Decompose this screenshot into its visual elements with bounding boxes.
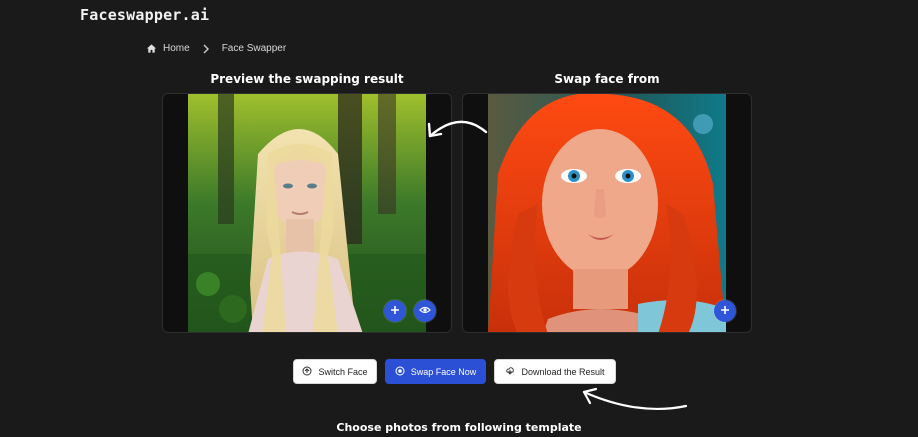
plus-icon	[390, 302, 400, 320]
swap-face-now-button[interactable]: Swap Face Now	[385, 359, 486, 384]
source-panel	[462, 93, 752, 333]
preview-panel	[162, 93, 452, 333]
eye-icon	[419, 302, 431, 320]
app-logo[interactable]: Faceswapper.ai	[80, 6, 209, 24]
view-preview-button[interactable]	[414, 300, 436, 322]
switch-icon	[302, 366, 312, 378]
swap-icon	[395, 366, 405, 378]
swap-face-now-label: Swap Face Now	[410, 366, 477, 377]
breadcrumb: Home Face Swapper	[146, 43, 286, 54]
preview-title: Preview the swapping result	[210, 72, 404, 86]
home-icon[interactable]	[146, 43, 157, 54]
preview-photo	[188, 94, 426, 332]
curved-arrow-icon	[578, 384, 690, 421]
download-icon	[505, 366, 515, 378]
source-title: Swap face from	[554, 72, 660, 86]
breadcrumb-current: Face Swapper	[221, 43, 287, 54]
source-photo	[488, 94, 726, 332]
curved-arrow-icon	[424, 112, 490, 149]
chevron-right-icon	[202, 44, 210, 54]
download-result-button[interactable]: Download the Result	[494, 359, 616, 384]
breadcrumb-home-link[interactable]: Home	[163, 43, 190, 54]
plus-icon	[720, 302, 730, 320]
templates-title: Choose photos from following template	[336, 421, 582, 434]
add-preview-button[interactable]	[384, 300, 406, 322]
download-result-label: Download the Result	[521, 366, 605, 377]
switch-face-label: Switch Face	[318, 366, 368, 377]
add-source-button[interactable]	[714, 300, 736, 322]
switch-face-button[interactable]: Switch Face	[293, 359, 377, 384]
